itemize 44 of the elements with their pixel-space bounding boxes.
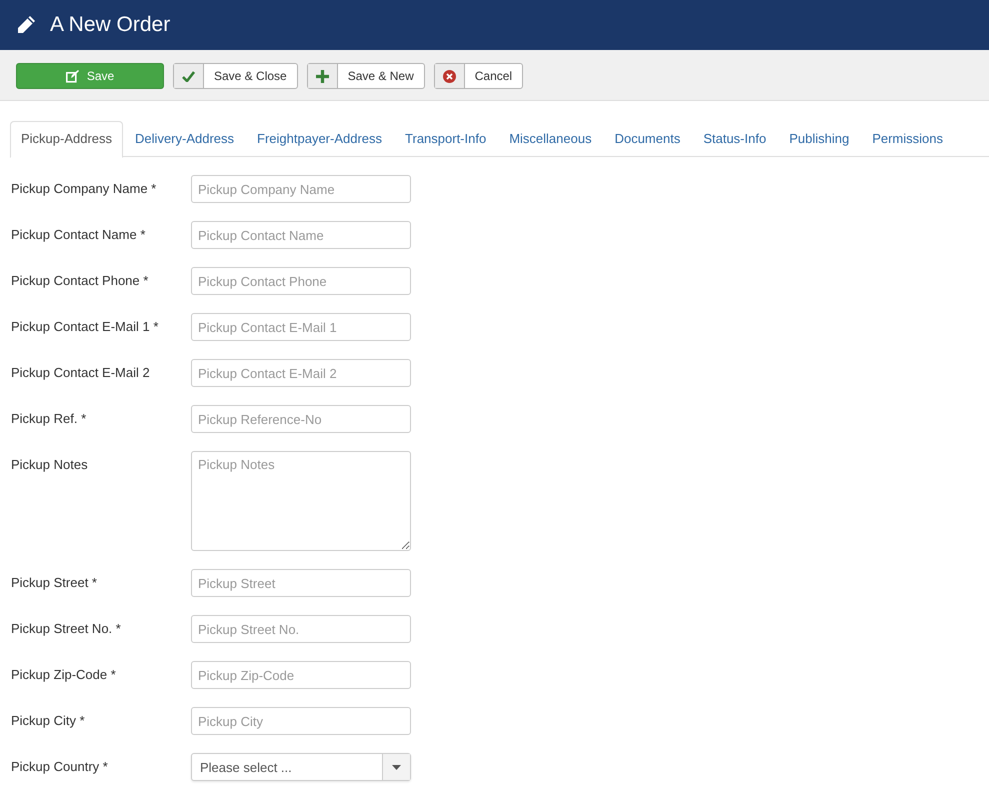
edit-icon bbox=[66, 70, 79, 82]
toolbar-button[interactable]: Save bbox=[16, 63, 164, 89]
input-field[interactable]: Pickup Contact E-Mail 1 bbox=[191, 313, 411, 341]
field-label: Pickup Street * bbox=[11, 574, 98, 592]
field-label: Pickup Contact Phone * bbox=[11, 272, 150, 290]
tab[interactable]: Delivery-Address bbox=[124, 121, 246, 156]
tab[interactable]: Publishing bbox=[778, 121, 860, 156]
input-field[interactable]: Pickup City bbox=[191, 707, 411, 735]
page-title: A New Order bbox=[50, 13, 170, 37]
plus-icon bbox=[316, 70, 329, 82]
input-field[interactable]: Pickup Reference-No bbox=[191, 405, 411, 433]
toolbar-button[interactable]: Cancel bbox=[434, 63, 524, 89]
field-label: Pickup Street No. * bbox=[11, 620, 122, 638]
tab[interactable]: Pickup-Address bbox=[10, 121, 124, 158]
check-icon bbox=[182, 70, 195, 82]
field-label: Pickup Country * bbox=[11, 758, 109, 776]
field-label: Pickup Contact E-Mail 2 bbox=[11, 364, 151, 382]
field-label: Pickup Zip-Code * bbox=[11, 666, 117, 684]
tab[interactable]: Freightpayer-Address bbox=[246, 121, 394, 156]
field-label: Pickup Contact E-Mail 1 * bbox=[11, 318, 160, 336]
input-field[interactable]: Pickup Street No. bbox=[191, 615, 411, 643]
field-label: Pickup Ref. * bbox=[11, 410, 88, 428]
tab[interactable]: Status-Info bbox=[692, 121, 778, 156]
tab[interactable]: Transport-Info bbox=[394, 121, 498, 156]
country-dropdown[interactable]: Please select ... bbox=[191, 753, 411, 781]
notes-field[interactable]: Pickup Notes bbox=[191, 451, 411, 551]
field-label: Pickup Notes bbox=[11, 456, 89, 474]
tab[interactable]: Permissions bbox=[861, 121, 954, 156]
input-field[interactable]: Pickup Street bbox=[191, 569, 411, 597]
cancel-icon bbox=[442, 70, 456, 82]
caret-icon bbox=[392, 764, 401, 770]
input-field[interactable]: Pickup Company Name bbox=[191, 175, 411, 203]
field-label: Pickup Contact Name * bbox=[11, 226, 146, 244]
input-field[interactable]: Pickup Contact Name bbox=[191, 221, 411, 249]
input-field[interactable]: Pickup Contact E-Mail 2 bbox=[191, 359, 411, 387]
input-field[interactable]: Pickup Zip-Code bbox=[191, 661, 411, 689]
field-label: Pickup Company Name * bbox=[11, 180, 158, 198]
tab[interactable]: Documents bbox=[604, 121, 692, 156]
toolbar-button[interactable]: Save & Close bbox=[173, 63, 298, 89]
tab[interactable]: Miscellaneous bbox=[498, 121, 603, 156]
input-field[interactable]: Pickup Contact Phone bbox=[191, 267, 411, 295]
toolbar-button[interactable]: Save & New bbox=[306, 63, 425, 89]
field-label: Pickup City * bbox=[11, 712, 86, 730]
pencil-icon bbox=[16, 15, 36, 35]
